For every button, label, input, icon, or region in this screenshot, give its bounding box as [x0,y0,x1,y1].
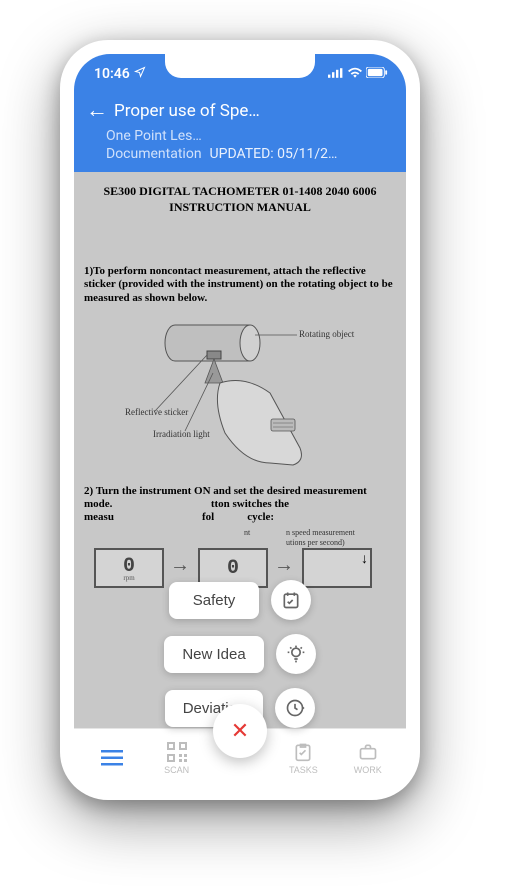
deviation-icon-button[interactable] [275,688,315,728]
app-header: ← Proper use of Spe… [74,94,406,126]
phone-screen: 10:46 ← Proper use of Spe… [74,54,406,786]
wifi-icon [348,66,362,82]
doc-title-line2: INSTRUCTION MANUAL [84,200,396,216]
safety-chip[interactable]: Safety [169,582,259,619]
safety-icon-button[interactable] [271,580,311,620]
doc-title: SE300 DIGITAL TACHOMETER 01-1408 2040 60… [84,184,396,215]
arrow-right-icon: → [274,554,294,577]
label-reflective: Reflective sticker [125,407,188,417]
close-icon: ✕ [231,719,249,744]
hamburger-icon [101,747,123,769]
nav-work[interactable]: WORK [340,741,396,775]
nav-work-label: WORK [354,765,382,775]
nav-tasks-label: TASKS [289,765,318,775]
qrcode-icon [166,741,188,763]
arrow-down-icon: ↓ [361,552,368,568]
fab-close-button[interactable]: ✕ [213,704,267,758]
signal-icon [328,66,344,82]
location-icon [134,66,146,82]
page-title: Proper use of Spe… [114,101,260,121]
checklist-icon [292,741,314,763]
back-icon[interactable]: ← [86,100,108,122]
battery-icon [366,66,388,82]
tachometer-diagram: Rotating object Reflective sticker Irrad… [125,313,355,473]
doc-title-line1: SE300 DIGITAL TACHOMETER 01-1408 2040 60… [84,184,396,200]
nav-scan[interactable]: SCAN [149,741,205,775]
label-irradiation: Irradiation light [153,429,210,439]
nav-scan-label: SCAN [164,765,189,775]
new-idea-chip[interactable]: New Idea [164,636,263,673]
briefcase-icon [357,741,379,763]
mode-display-2: 0 [227,557,239,580]
updated-label: UPDATED: 05/11/2… [210,146,338,162]
breadcrumb-line1: One Point Les… [106,128,394,144]
status-time: 10:46 [94,66,130,82]
doc-step2: 2) Turn the instrument ON and set the de… [84,485,396,525]
idea-icon-button[interactable] [276,634,316,674]
label-rotating: Rotating object [299,329,354,339]
phone-notch [165,54,315,78]
arrow-right-icon: → [170,554,190,577]
nav-tasks[interactable]: TASKS [275,741,331,775]
nav-menu[interactable] [84,747,140,769]
doc-step1: 1)To perform noncontact measurement, att… [84,265,396,305]
sub-header: One Point Les… Documentation UPDATED: 05… [74,126,406,172]
phone-frame: 10:46 ← Proper use of Spe… [60,40,420,800]
breadcrumb-line2: Documentation [106,146,202,162]
